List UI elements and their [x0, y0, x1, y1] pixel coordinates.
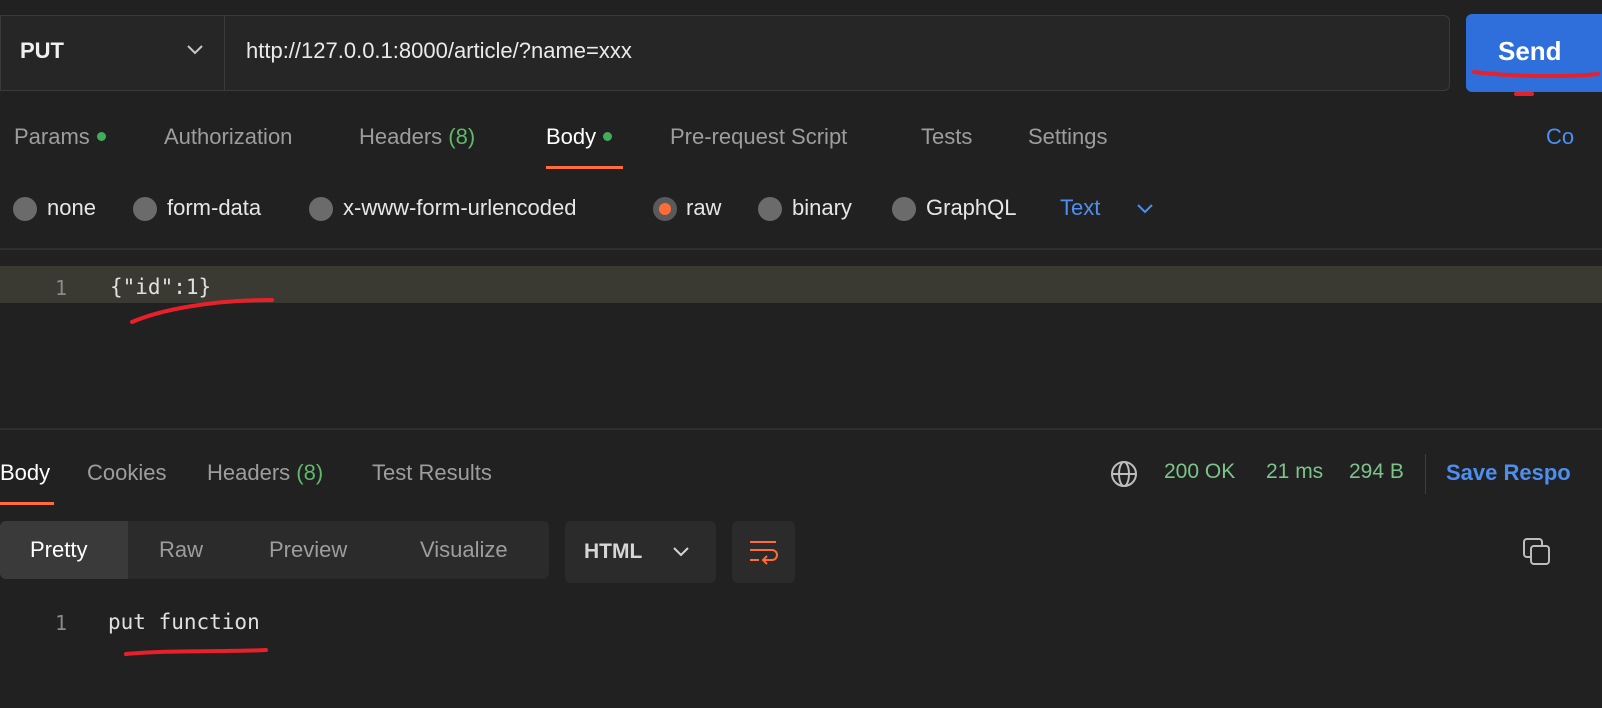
response-tab-headers[interactable]: Headers (8) [207, 460, 323, 486]
radio-urlencoded[interactable] [309, 197, 333, 221]
wrap-lines-icon [750, 541, 778, 565]
save-response-button[interactable]: Save Respo [1446, 460, 1571, 486]
radio-form-data-label[interactable]: form-data [167, 195, 261, 221]
params-indicator-dot [96, 131, 106, 141]
headers-count: (8) [448, 124, 476, 149]
radio-raw[interactable] [653, 197, 677, 221]
radio-urlencoded-label[interactable]: x-www-form-urlencoded [343, 195, 577, 221]
view-visualize-button[interactable]: Visualize [420, 537, 508, 563]
view-raw-button[interactable]: Raw [159, 537, 203, 563]
copy-icon[interactable] [1522, 537, 1552, 567]
response-time[interactable]: 21 ms [1266, 460, 1323, 484]
globe-icon[interactable] [1110, 460, 1138, 488]
radio-raw-label[interactable]: raw [686, 195, 721, 221]
tab-authorization[interactable]: Authorization [164, 124, 292, 150]
response-headers-count: (8) [296, 460, 324, 485]
divider [1425, 454, 1426, 494]
response-tab-body[interactable]: Body [0, 460, 50, 486]
tab-settings[interactable]: Settings [1028, 124, 1108, 150]
tab-params[interactable]: Params [14, 124, 106, 150]
cookies-link[interactable]: Co [1546, 124, 1574, 150]
response-body-content: put function [108, 610, 260, 634]
radio-form-data[interactable] [133, 197, 157, 221]
radio-graphql[interactable] [892, 197, 916, 221]
response-line-number: 1 [55, 611, 68, 635]
divider [0, 428, 1602, 430]
annotation-underline-mark [1472, 70, 1600, 96]
radio-none[interactable] [13, 197, 37, 221]
divider [0, 248, 1602, 250]
active-tab-underline [546, 166, 623, 169]
response-size[interactable]: 294 B [1349, 460, 1404, 484]
url-text: http://127.0.0.1:8000/article/?name=xxx [246, 38, 632, 63]
body-indicator-dot [603, 131, 613, 141]
tab-body[interactable]: Body [546, 124, 613, 150]
radio-binary[interactable] [758, 197, 782, 221]
response-active-tab-underline [0, 502, 54, 505]
annotation-underline-mark [124, 648, 268, 656]
method-label: PUT [20, 38, 64, 63]
tab-tests[interactable]: Tests [921, 124, 972, 150]
editor-line-number: 1 [55, 276, 68, 300]
tab-prerequest-script[interactable]: Pre-request Script [670, 124, 847, 150]
status-code[interactable]: 200 OK [1164, 460, 1235, 484]
view-pretty-button[interactable]: Pretty [30, 537, 87, 563]
radio-binary-label[interactable]: binary [792, 195, 852, 221]
response-tab-test-results[interactable]: Test Results [372, 460, 492, 486]
response-tab-cookies[interactable]: Cookies [87, 460, 166, 486]
wrap-lines-button[interactable] [732, 521, 795, 583]
view-preview-button[interactable]: Preview [269, 537, 347, 563]
radio-none-label[interactable]: none [47, 195, 96, 221]
radio-graphql-label[interactable]: GraphQL [926, 195, 1017, 221]
annotation-underline-mark [130, 298, 274, 324]
chevron-down-icon[interactable] [672, 546, 690, 558]
chevron-down-icon[interactable] [1136, 203, 1154, 215]
chevron-down-icon[interactable] [186, 44, 204, 56]
tab-headers[interactable]: Headers (8) [359, 124, 475, 150]
body-format-dropdown[interactable]: Text [1060, 195, 1100, 221]
response-language-label: HTML [584, 540, 643, 563]
